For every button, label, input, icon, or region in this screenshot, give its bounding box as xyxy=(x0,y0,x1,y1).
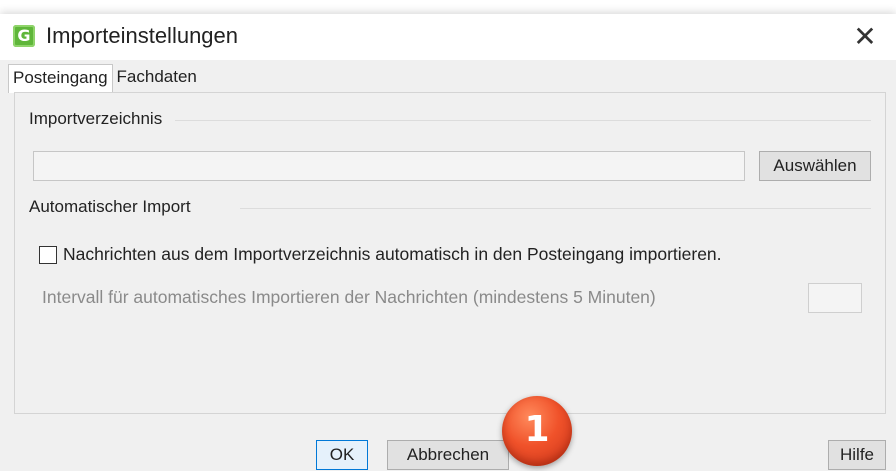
auto-import-checkbox-label[interactable]: Nachrichten aus dem Importverzeichnis au… xyxy=(63,244,722,265)
tab-fachdaten[interactable]: Fachdaten xyxy=(113,64,201,92)
tab-panel-posteingang: Importverzeichnis Auswählen Automatische… xyxy=(14,92,886,414)
cancel-button[interactable]: Abbrechen xyxy=(387,440,509,470)
import-directory-input[interactable] xyxy=(33,151,745,181)
auto-import-checkbox[interactable] xyxy=(39,246,57,264)
close-icon[interactable]: ✕ xyxy=(848,20,882,54)
interval-input[interactable] xyxy=(808,283,862,313)
title-bar: G Importeinstellungen ✕ xyxy=(0,14,896,60)
callout-badge: 1 xyxy=(502,396,572,466)
ok-button[interactable]: OK xyxy=(316,440,368,470)
app-logo-icon: G xyxy=(13,25,35,47)
import-settings-dialog: G Importeinstellungen ✕ Posteingang Fach… xyxy=(0,14,896,471)
help-button[interactable]: Hilfe xyxy=(828,440,886,470)
auto-import-group-label: Automatischer Import xyxy=(29,197,191,216)
choose-directory-button[interactable]: Auswählen xyxy=(759,151,871,181)
dialog-title: Importeinstellungen xyxy=(46,23,239,48)
interval-label: Intervall für automatisches Importieren … xyxy=(42,287,656,307)
tab-posteingang[interactable]: Posteingang xyxy=(8,64,113,93)
group-divider xyxy=(240,208,871,209)
group-divider xyxy=(175,120,871,121)
import-directory-group-label: Importverzeichnis xyxy=(29,109,163,128)
tab-bar: Posteingang Fachdaten xyxy=(8,64,201,93)
